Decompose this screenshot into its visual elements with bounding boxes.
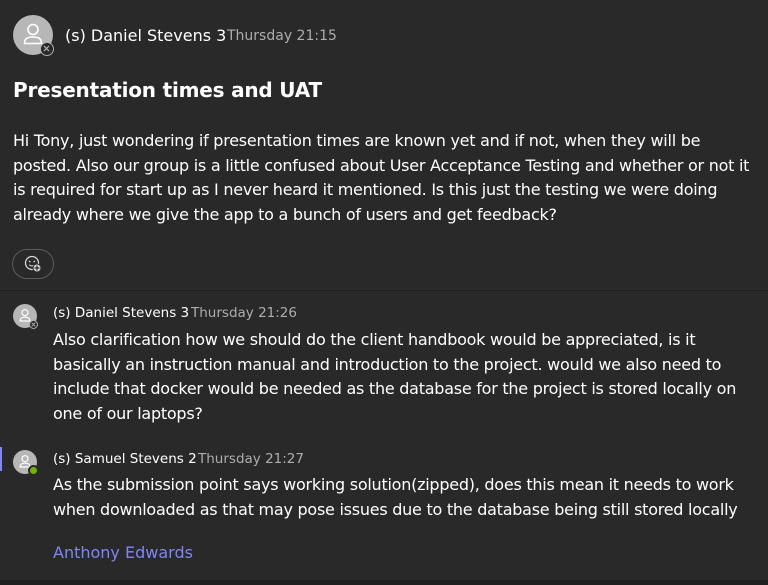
status-online-icon [28, 465, 39, 476]
post-timestamp: Thursday 21:15 [227, 28, 337, 44]
reply-author[interactable]: (s) Samuel Stevens 2 [53, 451, 197, 467]
post-body-line: is required for start up as I never hear… [13, 180, 718, 199]
post-body-line: Hi Tony, just wondering if presentation … [13, 131, 701, 150]
add-reaction-icon [24, 255, 42, 273]
post-body-line: already where we give the app to a bunch… [13, 204, 557, 224]
reply-timestamp: Thursday 21:27 [198, 451, 304, 467]
reply-body-line: basically an instruction manual and intr… [53, 354, 722, 374]
reply-body-line: As the submission point says working sol… [53, 475, 734, 494]
reply-body-line: include that docker would be needed as t… [53, 379, 737, 398]
status-offline-icon [29, 320, 38, 329]
reply-body-line: Also clarification how we should do the … [53, 330, 696, 349]
selection-indicator [0, 447, 2, 471]
reply-body: Also clarification how we should do the … [53, 328, 765, 426]
reply-body-line: when downloaded as that may pose issues … [53, 499, 738, 519]
post-body-line: posted. Also our group is a little confu… [13, 155, 750, 175]
reply-author[interactable]: (s) Daniel Stevens 3 [53, 305, 189, 321]
reply-body: As the submission point says working sol… [53, 473, 765, 522]
reply-body-line: one of our laptops? [53, 403, 203, 423]
replies-section: (s) Daniel Stevens 3 Thursday 21:26 Also… [0, 291, 768, 585]
add-reaction-button[interactable] [12, 249, 54, 279]
post-body: Hi Tony, just wondering if presentation … [13, 129, 763, 227]
status-offline-icon [40, 42, 54, 56]
reply-avatar[interactable] [13, 450, 39, 476]
bottom-divider [0, 580, 768, 585]
post-subject: Presentation times and UAT [13, 78, 322, 102]
post-author[interactable]: (s) Daniel Stevens 3 [65, 26, 226, 45]
avatar[interactable] [13, 15, 54, 56]
channel-post: (s) Daniel Stevens 3 Thursday 21:15 Pres… [0, 0, 768, 290]
reply-avatar[interactable] [13, 304, 38, 329]
reply-link[interactable]: Anthony Edwards [53, 543, 193, 562]
reply-timestamp: Thursday 21:26 [191, 305, 297, 321]
